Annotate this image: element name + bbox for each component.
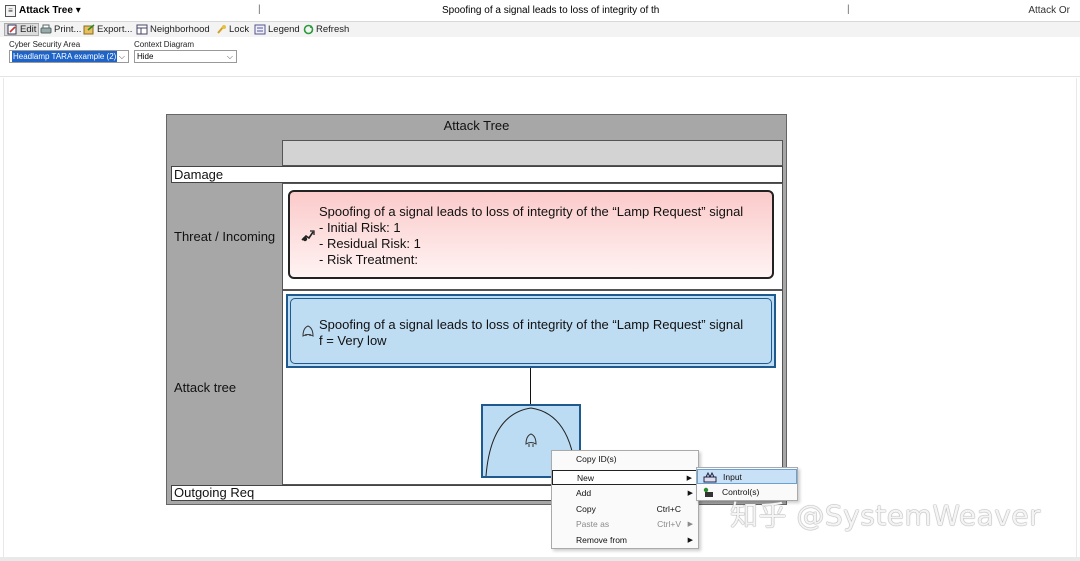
menu-item-label: New bbox=[577, 473, 595, 483]
neighborhood-label: Neighborhood bbox=[150, 24, 210, 35]
lane-header bbox=[171, 140, 783, 166]
menu-item-label: Remove from bbox=[576, 535, 628, 545]
or-gate-icon bbox=[302, 325, 314, 337]
lane-label-threat: Threat / Incoming bbox=[174, 229, 276, 244]
threat-residual-risk: - Residual Risk: 1 bbox=[319, 236, 421, 251]
menu-item-label: Copy ID(s) bbox=[576, 454, 617, 464]
edit-icon bbox=[7, 24, 17, 35]
threat-risk-treatment: - Risk Treatment: bbox=[319, 252, 418, 267]
submenu-arrow-icon: ▶ bbox=[687, 537, 693, 544]
item-type-label: Attack Or bbox=[1028, 5, 1070, 16]
menu-item-paste-as[interactable]: Paste as Ctrl+V ▶ bbox=[552, 517, 698, 532]
parameters-panel: Cyber Security Area Headlamp TARA exampl… bbox=[0, 37, 1080, 77]
lock-label: Lock bbox=[229, 24, 250, 35]
cyber-security-area-select[interactable]: Headlamp TARA example (2) ⌵ bbox=[9, 50, 129, 63]
title-separator: | bbox=[258, 4, 261, 15]
chevron-down-icon: ⌵ bbox=[118, 52, 125, 61]
export-button[interactable]: Export... bbox=[83, 23, 132, 36]
lane-damage: Damage bbox=[171, 166, 783, 183]
submenu-item-input[interactable]: Input bbox=[697, 469, 797, 484]
lane-header-body bbox=[282, 140, 783, 166]
submenu-arrow-icon: ▶ bbox=[686, 475, 692, 482]
attack-text: Spoofing of a signal leads to loss of in… bbox=[319, 317, 743, 349]
menu-item-copy-ids[interactable]: Copy ID(s) bbox=[552, 452, 698, 467]
export-icon bbox=[83, 24, 95, 35]
view-title-dropdown[interactable]: Attack Tree ▾ bbox=[19, 5, 81, 16]
attack-frequency: f = Very low bbox=[319, 333, 387, 348]
menu-item-new[interactable]: New ▶ bbox=[552, 470, 698, 485]
refresh-button[interactable]: Refresh bbox=[303, 23, 349, 36]
submenu-arrow-icon: ▶ bbox=[687, 521, 693, 528]
menu-item-label: Add bbox=[576, 488, 592, 498]
export-label: Export... bbox=[97, 24, 133, 35]
cyber-security-area-value: Headlamp TARA example (2) bbox=[12, 51, 118, 62]
diagram-title: Attack Tree bbox=[443, 118, 510, 133]
submenu-arrow-icon: ▶ bbox=[687, 490, 693, 497]
watermark: 知乎 @SystemWeaver bbox=[730, 499, 1042, 532]
lane-label-damage: Damage bbox=[174, 167, 224, 182]
cyber-security-area-label: Cyber Security Area bbox=[9, 40, 81, 49]
legend-icon bbox=[254, 24, 266, 35]
context-diagram-select[interactable]: Hide ⌵ bbox=[134, 50, 237, 63]
attack-tree-root-node[interactable]: Spoofing of a signal leads to loss of in… bbox=[286, 294, 776, 368]
printer-icon bbox=[40, 24, 52, 34]
menu-item-copy[interactable]: Copy Ctrl+C bbox=[552, 502, 698, 517]
item-title: Spoofing of a signal leads to loss of in… bbox=[442, 5, 660, 16]
lane-label-attack: Attack tree bbox=[174, 380, 237, 395]
status-bar bbox=[0, 557, 1080, 561]
menu-item-remove-from[interactable]: Remove from ▶ bbox=[552, 533, 698, 548]
print-label: Print... bbox=[54, 24, 82, 35]
print-button[interactable]: Print... bbox=[40, 23, 81, 36]
context-diagram-value: Hide bbox=[137, 52, 154, 61]
control-node-icon bbox=[702, 487, 714, 503]
title-separator: | bbox=[847, 4, 850, 15]
refresh-icon bbox=[303, 24, 314, 35]
menu-item-label: Copy bbox=[576, 504, 596, 514]
tree-connector-line bbox=[530, 368, 531, 405]
chevron-down-icon: ⌵ bbox=[226, 52, 233, 61]
neighborhood-button[interactable]: Neighborhood bbox=[136, 23, 210, 36]
edit-label: Edit bbox=[20, 24, 37, 35]
lane-label-outgoing: Outgoing Req bbox=[174, 485, 255, 500]
submenu-item-label: Input bbox=[723, 472, 742, 482]
title-bar: ≡ Attack Tree ▾ | Spoofing of a signal l… bbox=[0, 0, 1080, 22]
legend-button[interactable]: Legend bbox=[254, 23, 300, 36]
threat-title: Spoofing of a signal leads to loss of in… bbox=[319, 204, 744, 219]
context-menu: Copy ID(s) New ▶ Add ▶ Copy Ctrl+C Paste… bbox=[551, 450, 699, 549]
threat-initial-risk: - Initial Risk: 1 bbox=[319, 220, 401, 235]
threat-icon bbox=[301, 230, 315, 247]
edit-button[interactable]: Edit bbox=[4, 23, 40, 36]
lock-button[interactable]: Lock bbox=[216, 23, 249, 36]
toolbar: Edit Print... Export... Neighborhood Loc… bbox=[0, 22, 1080, 37]
menu-item-shortcut: Ctrl+V bbox=[657, 519, 681, 529]
legend-label: Legend bbox=[268, 24, 300, 35]
menu-item-label: Paste as bbox=[576, 519, 610, 529]
neighborhood-icon bbox=[136, 24, 148, 35]
lock-icon bbox=[217, 25, 226, 34]
menu-item-add[interactable]: Add ▶ bbox=[552, 486, 698, 501]
attack-title: Spoofing of a signal leads to loss of in… bbox=[319, 317, 744, 332]
threat-node[interactable]: Spoofing of a signal leads to loss of in… bbox=[288, 190, 774, 279]
threat-text: Spoofing of a signal leads to loss of in… bbox=[319, 204, 743, 268]
context-diagram-label: Context Diagram bbox=[134, 40, 195, 49]
menu-item-shortcut: Ctrl+C bbox=[656, 504, 681, 514]
document-icon: ≡ bbox=[5, 5, 16, 17]
refresh-label: Refresh bbox=[316, 24, 350, 35]
